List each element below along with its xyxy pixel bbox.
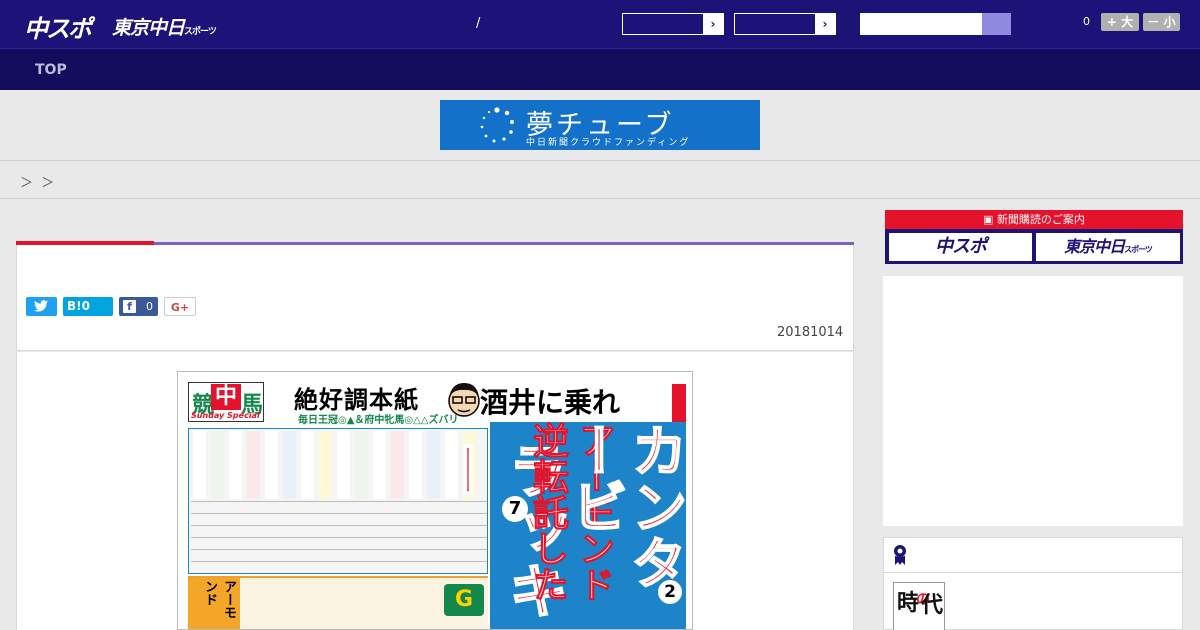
paper-headline-1-sub: 毎日王冠◎▲＆府中牝馬◎△△ズバリ bbox=[298, 415, 459, 426]
facebook-share-button[interactable]: f 0 bbox=[119, 297, 158, 316]
google-plus-button[interactable]: G+ bbox=[164, 297, 196, 316]
twitter-share-button[interactable] bbox=[26, 297, 57, 316]
newspaper-icon: ▣ bbox=[983, 213, 997, 226]
header-separator: / bbox=[476, 16, 481, 31]
divider bbox=[0, 160, 1200, 161]
paper-blue-headline-area: ラッキー 7 アーモンド逆転託した カンタービ 2 bbox=[427, 421, 688, 629]
table-row-line bbox=[191, 537, 487, 538]
hatena-bookmark-button[interactable]: B!0 bbox=[63, 297, 113, 316]
ribbon-medal-icon bbox=[894, 545, 906, 565]
font-small-button[interactable]: － 小 bbox=[1143, 13, 1180, 31]
main-nav: TOP bbox=[0, 48, 1200, 90]
table-column bbox=[409, 431, 422, 499]
tokyo-chunichi-logo[interactable]: 東京中日スポーツ bbox=[112, 13, 217, 40]
font-size-count: 0 bbox=[1083, 15, 1090, 28]
facebook-count: 0 bbox=[146, 300, 153, 313]
facebook-icon: f bbox=[123, 300, 136, 313]
table-column bbox=[283, 431, 296, 499]
search-input[interactable] bbox=[860, 13, 984, 35]
nav-item-top[interactable]: TOP bbox=[35, 62, 67, 78]
search-button[interactable] bbox=[982, 13, 1011, 35]
table-row-line bbox=[191, 561, 487, 562]
table-column bbox=[265, 431, 278, 499]
article-date: 20181014 bbox=[777, 325, 844, 340]
subscribe-tokyo-chunichi-button[interactable]: 東京中日スポーツ bbox=[1036, 233, 1180, 261]
yume-tube-banner[interactable]: 夢チューブ 中日新聞クラウドファンディング bbox=[440, 100, 760, 150]
table-column bbox=[355, 431, 368, 499]
table-column bbox=[319, 431, 332, 499]
paper-headline-2: 酒井に乗れ bbox=[480, 386, 621, 419]
table-column bbox=[193, 431, 206, 499]
paper-headline-1: 絶好調本紙 bbox=[294, 386, 419, 414]
twitter-bird-icon bbox=[34, 300, 48, 312]
keiba-logo: 競 中 馬 Sunday Special bbox=[188, 382, 264, 422]
subscribe-chuspo-button[interactable]: 中スポ bbox=[889, 233, 1032, 261]
font-large-button[interactable]: + 大 bbox=[1101, 13, 1139, 31]
caricature-face-icon bbox=[448, 383, 480, 417]
category-select-1[interactable]: › bbox=[622, 13, 724, 35]
hatena-label: B!0 bbox=[67, 299, 90, 313]
tokyo-logo-text: 東京中日 bbox=[112, 17, 185, 39]
table-column bbox=[301, 431, 314, 499]
table-column bbox=[373, 431, 386, 499]
g-badge: G bbox=[444, 584, 484, 616]
category-select-2[interactable]: › bbox=[734, 13, 836, 35]
table-row-line bbox=[191, 501, 487, 502]
table-column bbox=[211, 431, 224, 499]
horse-number-2: 2 bbox=[658, 580, 682, 604]
banner-subtitle: 中日新聞クラウドファンディング bbox=[526, 138, 691, 148]
chevron-right-icon[interactable]: › bbox=[815, 14, 835, 34]
subscription-heading: ▣ 新聞購読のご案内 bbox=[885, 210, 1183, 229]
site-header: 中スポ 東京中日スポーツ / › › 0 + 大 － 小 bbox=[0, 0, 1200, 48]
newspaper-front-page-image[interactable]: 競 中 馬 Sunday Special 絶好調本紙 毎日王冠◎▲＆府中牝馬◎△… bbox=[177, 371, 693, 630]
subscription-banner: ▣ 新聞購読のご案内 中スポ 東京中日スポーツ bbox=[885, 210, 1183, 264]
tokyo-logo-suffix: スポーツ bbox=[184, 27, 217, 37]
dots-circle-icon bbox=[480, 107, 514, 143]
logo-char-red: 中 bbox=[211, 384, 241, 410]
table-row-line bbox=[191, 525, 487, 526]
logo-sunday-special: Sunday Special bbox=[191, 411, 260, 420]
breadcrumb[interactable]: ＞ ＞ bbox=[20, 172, 54, 191]
hatena-count: 0 bbox=[81, 299, 90, 313]
ranking-header bbox=[884, 538, 1182, 573]
thumb-char: 代 bbox=[921, 592, 944, 618]
table-column bbox=[391, 431, 404, 499]
paper-headband: 競 中 馬 Sunday Special 絶好調本紙 毎日王冠◎▲＆府中牝馬◎△… bbox=[186, 380, 686, 426]
ranking-thumbnail[interactable]: 時 の 代 bbox=[893, 582, 945, 630]
divider bbox=[0, 198, 1200, 199]
lower-feature-box: アーモンド bbox=[188, 578, 240, 629]
table-row-line bbox=[191, 549, 487, 550]
table-row-line bbox=[191, 513, 487, 514]
table-column bbox=[247, 431, 260, 499]
paper-red-badge bbox=[672, 384, 686, 422]
advertisement-slot[interactable] bbox=[883, 276, 1183, 526]
chevron-right-icon[interactable]: › bbox=[703, 14, 723, 34]
table-column bbox=[229, 431, 242, 499]
ranking-box: 時 の 代 bbox=[883, 537, 1183, 630]
table-column bbox=[337, 431, 350, 499]
paper-lower-section: アーモンド G bbox=[188, 576, 488, 629]
chuspo-logo[interactable]: 中スポ bbox=[24, 9, 92, 44]
